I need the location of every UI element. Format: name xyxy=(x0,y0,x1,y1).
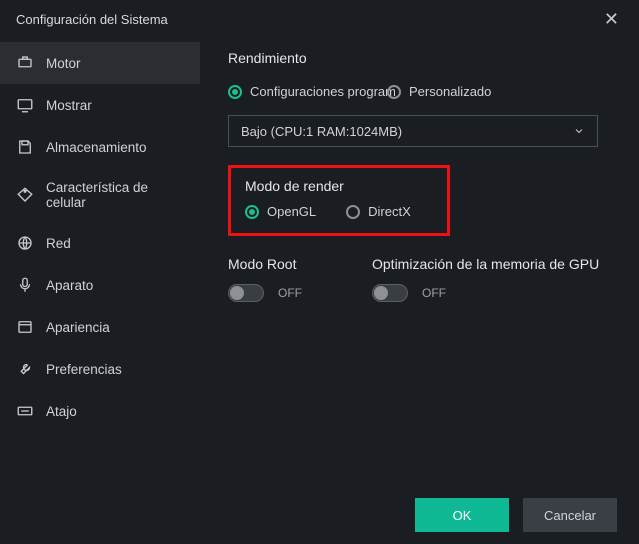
globe-icon xyxy=(16,234,34,252)
chevron-down-icon xyxy=(573,125,585,137)
performance-mode-row: Configuraciones programadas Personalizad… xyxy=(228,84,611,99)
titlebar: Configuración del Sistema ✕ xyxy=(0,0,639,38)
sidebar-item-label: Preferencias xyxy=(46,362,122,377)
sidebar-item-label: Apariencia xyxy=(46,320,110,335)
close-icon[interactable]: ✕ xyxy=(598,5,625,34)
sidebar-item-label: Motor xyxy=(46,56,81,71)
engine-icon xyxy=(16,54,34,72)
render-mode-highlight: Modo de render OpenGL DirectX xyxy=(228,165,450,236)
root-mode-state: OFF xyxy=(278,286,302,300)
sidebar-item-display[interactable]: Mostrar xyxy=(0,84,200,126)
performance-preset-select[interactable]: Bajo (CPU:1 RAM:1024MB) xyxy=(228,115,598,147)
sidebar-item-label: Característica de celular xyxy=(46,180,184,210)
gpu-mem-col: Optimización de la memoria de GPU OFF xyxy=(372,256,599,302)
sidebar-item-motor[interactable]: Motor xyxy=(0,42,200,84)
root-mode-toggle-row: OFF xyxy=(228,284,302,302)
ok-button[interactable]: OK xyxy=(415,498,509,532)
sidebar-item-network[interactable]: Red xyxy=(0,222,200,264)
radio-label: Configuraciones programadas xyxy=(250,84,395,99)
body: Motor Mostrar Almacenamiento Característ… xyxy=(0,38,639,486)
select-value: Bajo (CPU:1 RAM:1024MB) xyxy=(241,124,402,139)
root-mode-toggle[interactable] xyxy=(228,284,264,302)
cancel-button[interactable]: Cancelar xyxy=(523,498,617,532)
radio-custom-config[interactable]: Personalizado xyxy=(387,84,491,99)
sidebar-item-appearance[interactable]: Apariencia xyxy=(0,306,200,348)
render-mode-row: OpenGL DirectX xyxy=(245,204,433,219)
gpu-mem-toggle-row: OFF xyxy=(372,284,599,302)
sidebar-item-device[interactable]: Aparato xyxy=(0,264,200,306)
sidebar-item-label: Atajo xyxy=(46,404,77,419)
window-icon xyxy=(16,318,34,336)
tag-icon xyxy=(16,186,34,204)
window-title: Configuración del Sistema xyxy=(16,12,168,27)
toggles-row: Modo Root OFF Optimización de la memoria… xyxy=(228,256,611,302)
performance-title: Rendimiento xyxy=(228,50,611,66)
radio-dot-icon xyxy=(346,205,360,219)
mic-icon xyxy=(16,276,34,294)
sidebar-item-storage[interactable]: Almacenamiento xyxy=(0,126,200,168)
radio-preset-config[interactable]: Configuraciones programadas xyxy=(228,84,395,99)
sidebar-item-label: Red xyxy=(46,236,71,251)
radio-label: Personalizado xyxy=(409,84,491,99)
radio-opengl[interactable]: OpenGL xyxy=(245,204,316,219)
root-mode-title: Modo Root xyxy=(228,256,302,272)
radio-directx[interactable]: DirectX xyxy=(346,204,411,219)
sidebar-item-shortcut[interactable]: Atajo xyxy=(0,390,200,432)
wrench-icon xyxy=(16,360,34,378)
sidebar-item-preferences[interactable]: Preferencias xyxy=(0,348,200,390)
sidebar-item-phone-features[interactable]: Característica de celular xyxy=(0,168,200,222)
content-pane: Rendimiento Configuraciones programadas … xyxy=(200,38,639,486)
gpu-mem-title: Optimización de la memoria de GPU xyxy=(372,256,599,272)
root-mode-col: Modo Root OFF xyxy=(228,256,302,302)
display-icon xyxy=(16,96,34,114)
sidebar-item-label: Almacenamiento xyxy=(46,140,147,155)
sidebar-item-label: Aparato xyxy=(46,278,93,293)
radio-label: OpenGL xyxy=(267,204,316,219)
radio-dot-icon xyxy=(245,205,259,219)
gpu-mem-toggle[interactable] xyxy=(372,284,408,302)
footer: OK Cancelar xyxy=(0,486,639,544)
radio-dot-icon xyxy=(387,85,401,99)
sidebar-item-label: Mostrar xyxy=(46,98,92,113)
keyboard-icon xyxy=(16,402,34,420)
render-mode-title: Modo de render xyxy=(245,178,433,194)
radio-label: DirectX xyxy=(368,204,411,219)
sidebar: Motor Mostrar Almacenamiento Característ… xyxy=(0,38,200,486)
radio-dot-icon xyxy=(228,85,242,99)
gpu-mem-state: OFF xyxy=(422,286,446,300)
save-icon xyxy=(16,138,34,156)
